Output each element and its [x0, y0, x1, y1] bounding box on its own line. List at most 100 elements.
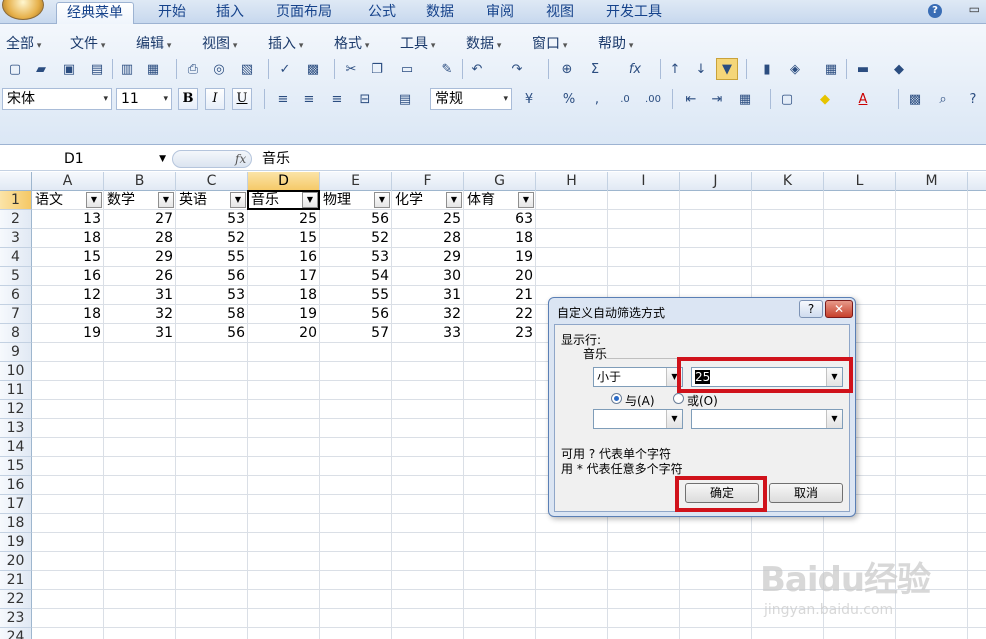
- data-cell[interactable]: 31: [104, 324, 176, 343]
- filter-dropdown-icon[interactable]: ▼: [158, 192, 174, 208]
- column-header[interactable]: F: [392, 172, 464, 191]
- data-cell[interactable]: 32: [392, 305, 464, 324]
- row-header[interactable]: 24: [0, 628, 32, 639]
- print-icon[interactable]: ⎙: [182, 58, 204, 80]
- redo-icon[interactable]: ↷: [506, 58, 528, 80]
- bold-button[interactable]: B: [178, 88, 198, 110]
- data-cell[interactable]: 56: [176, 267, 248, 286]
- insert-function-icon[interactable]: fx: [235, 151, 246, 167]
- row-header[interactable]: 2: [0, 210, 32, 229]
- data-cell[interactable]: 26: [104, 267, 176, 286]
- header-cell[interactable]: 数学: [104, 191, 158, 210]
- data-cell[interactable]: 13: [32, 210, 104, 229]
- filter-dropdown-icon[interactable]: ▼: [518, 192, 534, 208]
- data-cell[interactable]: 19: [32, 324, 104, 343]
- paste-icon[interactable]: ▭: [396, 58, 418, 80]
- column-header[interactable]: C: [176, 172, 248, 191]
- sort-ascending-icon[interactable]: ↑: [664, 58, 686, 80]
- row-header[interactable]: 10: [0, 362, 32, 381]
- data-cell[interactable]: 18: [248, 286, 320, 305]
- data-cell[interactable]: 31: [104, 286, 176, 305]
- data-cell[interactable]: 15: [248, 229, 320, 248]
- data-cell[interactable]: 20: [464, 267, 536, 286]
- data-cell[interactable]: 22: [464, 305, 536, 324]
- wrap-text-icon[interactable]: ▤: [394, 88, 416, 110]
- menu-8[interactable]: 窗口: [532, 33, 567, 53]
- row-header[interactable]: 16: [0, 476, 32, 495]
- help-icon[interactable]: ?: [928, 4, 942, 18]
- borders-grid-icon[interactable]: ▦: [820, 58, 842, 80]
- row-header[interactable]: 11: [0, 381, 32, 400]
- open-folder-icon[interactable]: ▰: [30, 58, 52, 80]
- comment-icon[interactable]: ▬: [852, 58, 874, 80]
- row-header[interactable]: 13: [0, 419, 32, 438]
- tab-5[interactable]: 数据: [416, 2, 464, 24]
- office-button[interactable]: [2, 0, 44, 20]
- header-cell[interactable]: 语文: [32, 191, 86, 210]
- save-icon[interactable]: ▣: [58, 58, 80, 80]
- operator1-select[interactable]: 小于 ▼: [593, 367, 683, 387]
- percent-button[interactable]: %: [558, 88, 580, 110]
- data-cell[interactable]: 18: [32, 229, 104, 248]
- column-header[interactable]: I: [608, 172, 680, 191]
- fill-color-icon[interactable]: ◆: [814, 88, 836, 110]
- data-cell[interactable]: 15: [32, 248, 104, 267]
- currency-icon[interactable]: ¥: [518, 88, 540, 110]
- menu-1[interactable]: 文件: [70, 33, 105, 53]
- column-header[interactable]: E: [320, 172, 392, 191]
- spelling-icon[interactable]: ✓: [274, 58, 296, 80]
- insert-function-icon[interactable]: fx: [624, 58, 646, 80]
- data-cell[interactable]: 28: [392, 229, 464, 248]
- cell-style-icon[interactable]: ▦: [734, 88, 756, 110]
- row-header[interactable]: 4: [0, 248, 32, 267]
- filter-dropdown-icon[interactable]: ▼: [446, 192, 462, 208]
- borders-icon[interactable]: ▢: [776, 88, 798, 110]
- undo-icon[interactable]: ↶: [466, 58, 488, 80]
- data-cell[interactable]: 19: [464, 248, 536, 267]
- row-header[interactable]: 9: [0, 343, 32, 362]
- and-radio[interactable]: [611, 393, 622, 404]
- operator2-select[interactable]: ▼: [593, 409, 683, 429]
- data-cell[interactable]: 12: [32, 286, 104, 305]
- font-color-icon[interactable]: A: [852, 88, 874, 110]
- data-cell[interactable]: 16: [32, 267, 104, 286]
- chart-icon[interactable]: ▮: [756, 58, 778, 80]
- data-cell[interactable]: 63: [464, 210, 536, 229]
- data-cell[interactable]: 56: [320, 210, 392, 229]
- font-size-combo[interactable]: 11 ▾: [116, 88, 172, 110]
- row-header[interactable]: 22: [0, 590, 32, 609]
- row-header[interactable]: 5: [0, 267, 32, 286]
- tab-6[interactable]: 审阅: [476, 2, 524, 24]
- filter-icon[interactable]: ▼: [716, 58, 738, 80]
- filter-dropdown-icon[interactable]: ▼: [374, 192, 390, 208]
- header-cell[interactable]: 化学: [392, 191, 446, 210]
- data-cell[interactable]: 28: [104, 229, 176, 248]
- data-cell[interactable]: 21: [464, 286, 536, 305]
- data-cell[interactable]: 16: [248, 248, 320, 267]
- decrease-decimal-icon[interactable]: .00: [642, 88, 664, 110]
- row-header[interactable]: 6: [0, 286, 32, 305]
- autosum-icon[interactable]: Σ: [584, 58, 606, 80]
- name-box[interactable]: D1 ▼: [0, 149, 172, 169]
- data-cell[interactable]: 33: [392, 324, 464, 343]
- menu-6[interactable]: 工具: [400, 33, 435, 53]
- column-header[interactable]: G: [464, 172, 536, 191]
- align-right-icon[interactable]: ≡: [326, 88, 348, 110]
- row-header[interactable]: 19: [0, 533, 32, 552]
- formula-input[interactable]: 音乐: [262, 149, 290, 169]
- menu-9[interactable]: 帮助: [598, 33, 633, 53]
- copy-icon[interactable]: ❐: [366, 58, 388, 80]
- column-header[interactable]: D: [248, 172, 320, 191]
- column-header[interactable]: M: [896, 172, 968, 191]
- value2-combo[interactable]: ▼: [691, 409, 843, 429]
- filter-dropdown-icon[interactable]: ▼: [230, 192, 246, 208]
- diamond-icon[interactable]: ◆: [888, 58, 910, 80]
- data-cell[interactable]: 57: [320, 324, 392, 343]
- dialog-close-button[interactable]: ✕: [825, 300, 853, 318]
- align-center-icon[interactable]: ≡: [298, 88, 320, 110]
- data-cell[interactable]: 53: [320, 248, 392, 267]
- column-header[interactable]: A: [32, 172, 104, 191]
- column-header[interactable]: L: [824, 172, 896, 191]
- print-preview-icon[interactable]: ◎: [208, 58, 230, 80]
- tab-3[interactable]: 页面布局: [266, 2, 342, 24]
